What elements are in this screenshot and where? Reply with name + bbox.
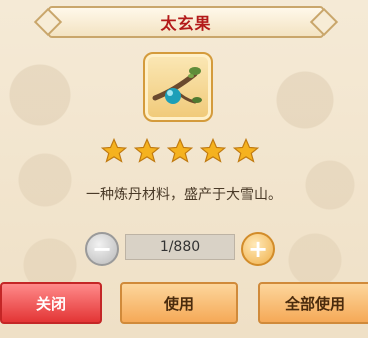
item-icon-frame — [143, 52, 213, 122]
item-description: 一种炼丹材料，盛产于大雪山。 — [86, 187, 282, 203]
item-detail-dialog: 太玄果 一种炼丹材料，盛产于大雪山。 − 1/880 + 关闭 使用 全部使用 — [0, 0, 368, 338]
star-rating — [100, 137, 260, 167]
plus-icon: + — [247, 235, 269, 263]
decrease-quantity-button[interactable]: − — [85, 232, 119, 266]
quantity-field[interactable]: 1/880 — [125, 234, 235, 260]
item-title: 太玄果 — [160, 14, 212, 33]
star-icon — [199, 137, 227, 163]
use-all-button[interactable]: 全部使用 — [258, 282, 368, 324]
close-button[interactable]: 关闭 — [0, 282, 102, 324]
quantity-stepper: − 1/880 + — [85, 232, 275, 266]
star-icon — [232, 137, 260, 163]
star-icon — [100, 137, 128, 163]
increase-quantity-button[interactable]: + — [241, 232, 275, 266]
star-icon — [133, 137, 161, 163]
use-button[interactable]: 使用 — [120, 282, 238, 324]
branch-fruit-icon — [152, 67, 202, 104]
minus-icon: − — [91, 235, 113, 263]
title-banner: 太玄果 — [48, 6, 324, 38]
star-icon — [166, 137, 194, 163]
